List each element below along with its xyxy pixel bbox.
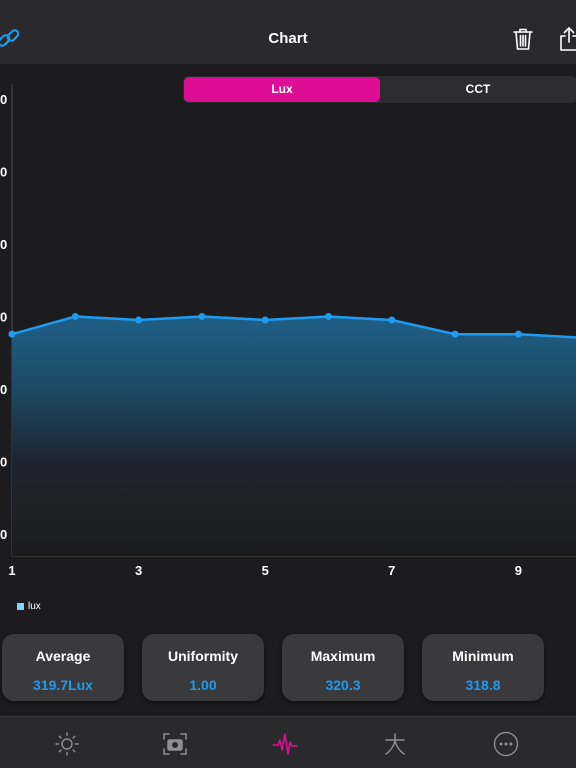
minimum-label: Minimum [452, 648, 514, 664]
legend-label: lux [28, 601, 41, 612]
data-point-3 [135, 316, 143, 324]
maximum-value: 320.3 [325, 677, 361, 693]
y-tick-label: 0 [0, 92, 7, 107]
chart-legend: lux [17, 601, 41, 612]
average-card: Average 319.7Lux [2, 634, 124, 701]
y-tick-label: 0 [0, 310, 7, 325]
uniformity-value: 1.00 [189, 677, 217, 693]
more-icon[interactable] [493, 731, 519, 757]
y-tick-label: 0 [0, 382, 7, 397]
legend-swatch [17, 603, 24, 610]
y-tick-label: 0 [0, 237, 7, 252]
minimum-card: Minimum 318.8 [422, 634, 544, 701]
y-tick-label: 0 [0, 527, 7, 542]
camera-icon[interactable] [162, 731, 188, 757]
average-value: 319.7Lux [33, 677, 93, 693]
uniformity-label: Uniformity [168, 648, 238, 664]
data-point-1 [8, 330, 16, 338]
minimum-value: 318.8 [465, 677, 501, 693]
data-point-2 [71, 312, 79, 320]
y-tick-label: 0 [0, 455, 7, 470]
tab-bar [0, 716, 576, 768]
x-tick-label: 7 [388, 563, 395, 578]
x-tick-label: 9 [515, 563, 522, 578]
data-point-7 [388, 316, 396, 324]
lux-area-fill [12, 316, 576, 556]
pulse-icon[interactable] [272, 731, 298, 757]
data-point-5 [261, 316, 269, 324]
segment-cct[interactable]: CCT [380, 77, 576, 102]
x-tick-label: 3 [135, 563, 142, 578]
data-point-4 [198, 312, 206, 320]
uniformity-card: Uniformity 1.00 [142, 634, 264, 701]
maximum-label: Maximum [310, 648, 376, 664]
statistics-row: Average 319.7Lux Uniformity 1.00 Maximum… [0, 634, 576, 704]
lux-cct-segmented-control: Lux CCT [183, 76, 576, 103]
x-tick-label: 5 [262, 563, 269, 578]
segment-lux[interactable]: Lux [184, 77, 380, 102]
x-tick-labels: 1 3 5 7 9 [8, 563, 522, 578]
sun-icon[interactable] [54, 731, 80, 757]
average-label: Average [35, 648, 91, 664]
text-size-icon[interactable] [382, 731, 408, 757]
data-point-6 [325, 312, 332, 320]
x-tick-label: 1 [8, 563, 15, 578]
y-tick-label: 0 [0, 165, 7, 180]
maximum-card: Maximum 320.3 [282, 634, 404, 701]
data-point-8 [451, 330, 459, 338]
data-point-9 [514, 330, 522, 338]
y-tick-labels: 0 0 0 0 0 0 0 [0, 92, 7, 542]
